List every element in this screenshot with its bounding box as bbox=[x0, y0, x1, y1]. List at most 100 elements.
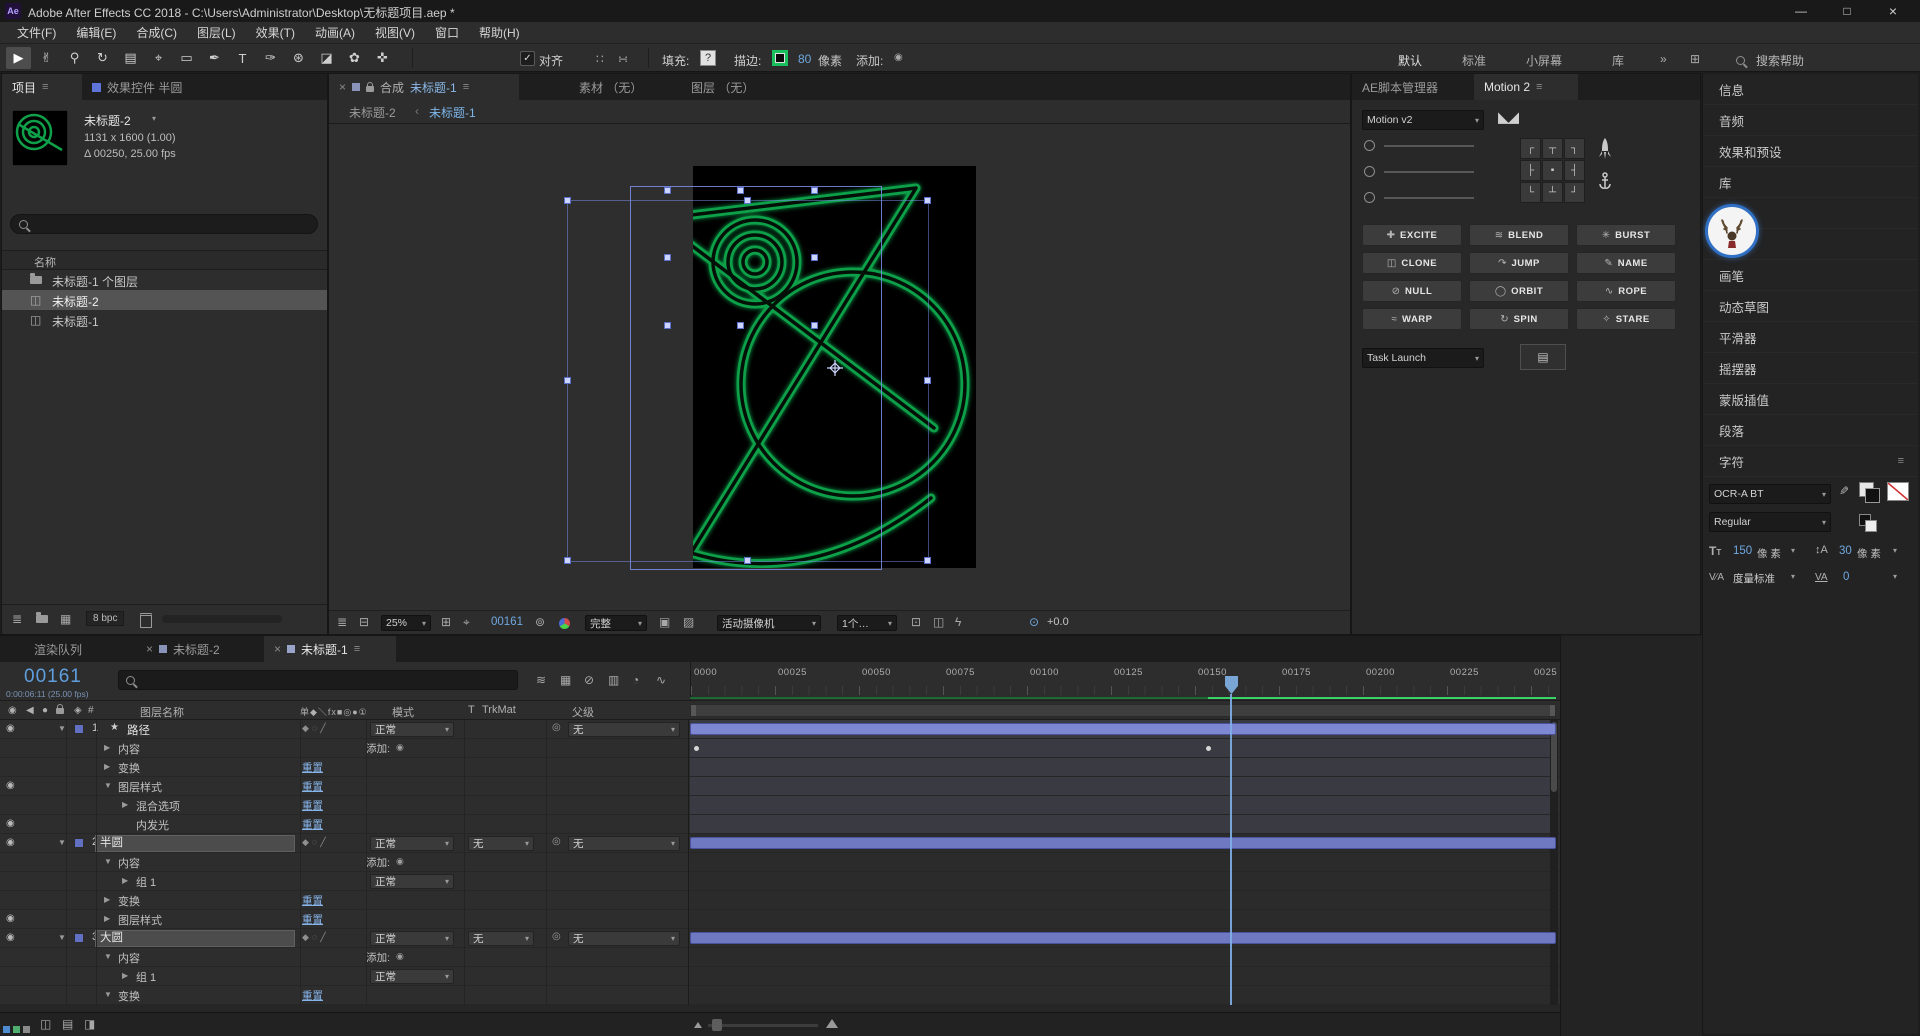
panel-tab-wiggler[interactable]: 摇摆器 bbox=[1703, 353, 1918, 384]
roto-brush-tool-icon[interactable]: ✿ bbox=[342, 47, 367, 69]
twirl-icon[interactable]: ▼ bbox=[104, 952, 112, 961]
name-button[interactable]: ✎NAME bbox=[1576, 252, 1676, 274]
comp-thumbnail[interactable] bbox=[12, 110, 68, 166]
font-style-dropdown[interactable]: Regular▾ bbox=[1709, 512, 1831, 532]
add-property-icon[interactable]: ◉ bbox=[396, 951, 404, 962]
reset-link[interactable]: 重置 bbox=[302, 760, 323, 775]
no-color-swatch[interactable] bbox=[1887, 482, 1909, 501]
snap-option-icon[interactable]: ∷ bbox=[596, 52, 604, 66]
selection-handle[interactable] bbox=[744, 557, 751, 564]
trash-icon[interactable] bbox=[140, 613, 152, 628]
selection-handle[interactable] bbox=[564, 377, 571, 384]
table-row[interactable]: ▶ 混合选项 重置 bbox=[0, 796, 1560, 815]
table-row[interactable]: ▶ 变换 重置 bbox=[0, 758, 1560, 777]
maximize-button[interactable]: □ bbox=[1824, 0, 1870, 22]
fill-label[interactable]: 填充: bbox=[662, 52, 689, 69]
kerning-value[interactable]: 度量标准 bbox=[1733, 571, 1775, 586]
rope-button[interactable]: ∿ROPE bbox=[1576, 280, 1676, 302]
eye-icon[interactable]: ◉ bbox=[6, 818, 15, 829]
menu-edit[interactable]: 编辑(E) bbox=[67, 24, 125, 41]
close-tab-icon[interactable]: × bbox=[274, 642, 281, 656]
stroke-label[interactable]: 描边: bbox=[734, 52, 761, 69]
twirl-icon[interactable]: ▼ bbox=[58, 724, 66, 733]
leading-value[interactable]: 30 bbox=[1839, 545, 1852, 557]
lock-column-icon[interactable] bbox=[56, 708, 64, 714]
chevron-down-icon[interactable]: ▾ bbox=[1893, 546, 1897, 555]
fast-previews-icon[interactable]: ◫ bbox=[933, 615, 944, 629]
blend-mode-dropdown[interactable]: 正常▾ bbox=[370, 722, 454, 737]
table-row[interactable]: ▶ 变换 重置 bbox=[0, 891, 1560, 910]
camera-tool-icon[interactable]: ▤ bbox=[118, 47, 143, 69]
list-item[interactable]: ◫ 未标题-1 bbox=[2, 310, 327, 330]
rocket-icon[interactable] bbox=[1598, 138, 1612, 162]
current-time-display[interactable]: 00161 bbox=[24, 666, 82, 688]
workspace-menu-icon[interactable]: ⊞ bbox=[1690, 52, 1700, 66]
eye-icon[interactable]: ◉ bbox=[6, 837, 15, 848]
table-row[interactable]: ▶ 组 1 正常▾ bbox=[0, 872, 1560, 891]
eye-icon[interactable]: ◉ bbox=[6, 932, 15, 943]
project-list-header[interactable]: 名称 bbox=[2, 250, 327, 270]
selection-handle[interactable] bbox=[811, 187, 818, 194]
list-item[interactable]: ◫ 未标题-2 bbox=[2, 290, 327, 310]
exposure-value[interactable]: +0.0 bbox=[1047, 616, 1069, 628]
shy-layers-icon[interactable]: ⊘ bbox=[584, 673, 594, 687]
selection-handle[interactable] bbox=[744, 197, 751, 204]
workspace-small-screen[interactable]: 小屏幕 bbox=[1526, 52, 1562, 69]
slider-track[interactable] bbox=[1384, 197, 1474, 199]
zoom-in-icon[interactable] bbox=[826, 1019, 838, 1028]
timeline-jump-icon[interactable]: ϟ bbox=[955, 615, 961, 629]
task-launch-dropdown[interactable]: Task Launch▾ bbox=[1362, 348, 1484, 368]
menu-composition[interactable]: 合成(C) bbox=[127, 24, 186, 41]
panel-menu-icon[interactable]: ≡ bbox=[1536, 81, 1542, 93]
shape-tool-icon[interactable]: ▭ bbox=[174, 47, 199, 69]
clone-button[interactable]: ◫CLONE bbox=[1362, 252, 1462, 274]
panel-menu-icon[interactable]: ≡ bbox=[42, 81, 48, 93]
project-search-input[interactable] bbox=[10, 214, 318, 234]
panel-tab-audio[interactable]: 音频 bbox=[1703, 105, 1918, 136]
minimize-button[interactable]: — bbox=[1778, 0, 1824, 22]
reset-link[interactable]: 重置 bbox=[302, 798, 323, 813]
chevron-down-icon[interactable]: ▾ bbox=[1893, 572, 1897, 581]
help-search-input[interactable]: 搜索帮助 bbox=[1756, 52, 1804, 69]
twirl-icon[interactable]: ▶ bbox=[104, 743, 110, 752]
parent-dropdown[interactable]: 无▾ bbox=[568, 931, 680, 946]
selection-handle[interactable] bbox=[664, 187, 671, 194]
shape-add-icon[interactable]: ◉ bbox=[894, 52, 903, 63]
table-row[interactable]: ▶ 内容 添加:◉ bbox=[0, 739, 1560, 758]
eye-icon[interactable]: ◉ bbox=[6, 780, 15, 791]
panel-tab-library[interactable]: 库 bbox=[1703, 167, 1918, 198]
new-composition-icon[interactable]: ▦ bbox=[60, 612, 71, 626]
foreground-color-swatch[interactable] bbox=[1865, 488, 1880, 503]
null-button[interactable]: ⊘NULL bbox=[1362, 280, 1462, 302]
table-row[interactable]: ▶ 组 1 正常▾ bbox=[0, 967, 1560, 986]
trkmat-column[interactable]: TrkMat bbox=[482, 704, 516, 716]
video-column-icon[interactable]: ◉ bbox=[8, 705, 17, 716]
keyframe-icon[interactable] bbox=[694, 746, 699, 751]
region-of-interest-icon[interactable]: ▣ bbox=[659, 615, 670, 629]
camera-dropdown[interactable]: 活动摄像机▾ bbox=[717, 615, 821, 631]
work-area-start-handle[interactable] bbox=[691, 705, 696, 716]
table-row[interactable]: ◉ 内发光 重置 bbox=[0, 815, 1560, 834]
parent-column[interactable]: 父级 bbox=[572, 704, 594, 720]
selection-handle[interactable] bbox=[811, 322, 818, 329]
pen-tool-icon[interactable]: ✒ bbox=[202, 47, 227, 69]
mode-column[interactable]: 模式 bbox=[392, 704, 414, 720]
stroke-color-swatch[interactable] bbox=[772, 50, 788, 66]
burst-button[interactable]: ✳BURST bbox=[1576, 224, 1676, 246]
keyframe-icon[interactable] bbox=[1206, 746, 1211, 751]
selection-handle[interactable] bbox=[564, 557, 571, 564]
reset-link[interactable]: 重置 bbox=[302, 912, 323, 927]
table-row[interactable]: ▼ 内容 添加:◉ bbox=[0, 948, 1560, 967]
anchor-ring-icon[interactable] bbox=[1364, 166, 1375, 177]
hand-tool-icon[interactable]: ✌ bbox=[34, 47, 59, 69]
blend-mode-dropdown[interactable]: 正常▾ bbox=[370, 836, 454, 851]
tab-timeline-comp2[interactable]: ×未标题-2 bbox=[136, 636, 254, 662]
panel-tab-character[interactable]: 字符≡ bbox=[1703, 446, 1918, 477]
anchor-bottom-right-button[interactable]: ┘ bbox=[1564, 182, 1585, 203]
table-row[interactable]: ◉ ▼ 图层样式 重置 bbox=[0, 777, 1560, 796]
tab-render-queue[interactable]: 渲染队列 bbox=[24, 636, 124, 662]
layer-name-column[interactable]: 图层名称 bbox=[140, 704, 184, 720]
parent-pickwhip-icon[interactable]: ◎ bbox=[552, 722, 561, 733]
panel-menu-icon[interactable]: ≡ bbox=[354, 643, 360, 655]
solo-column-icon[interactable]: ● bbox=[42, 705, 48, 716]
